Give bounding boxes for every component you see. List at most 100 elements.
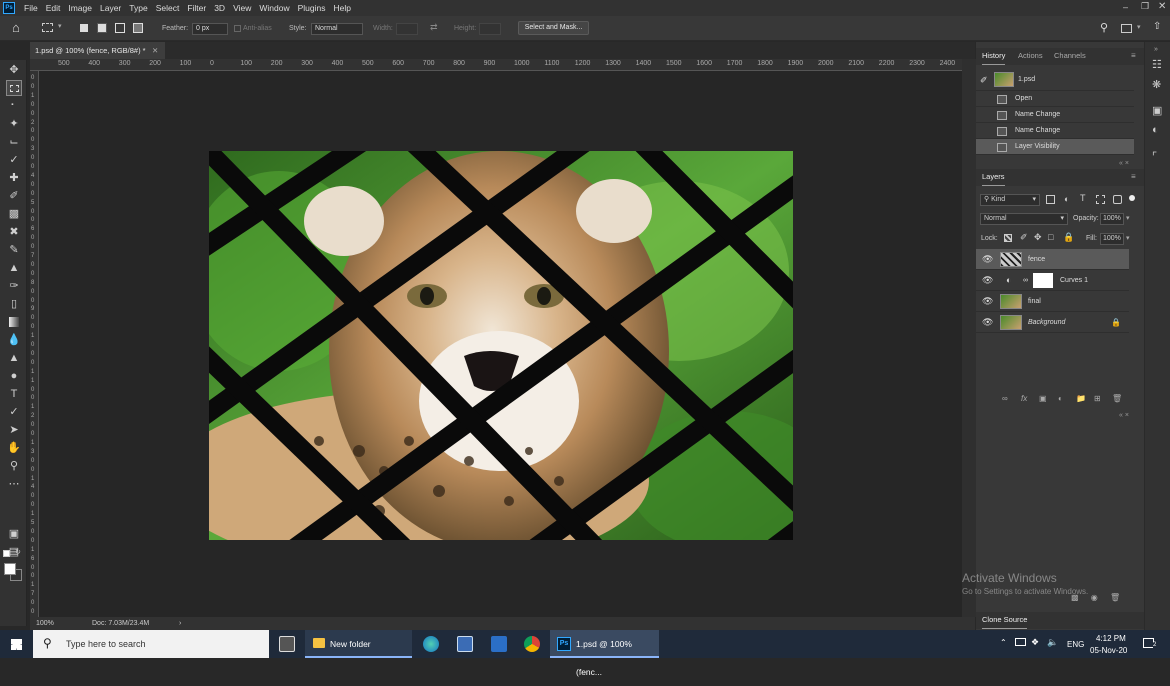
height-input[interactable] <box>479 23 501 35</box>
layer-filter-select[interactable]: ⚲ Kind ▾ <box>980 194 1040 206</box>
taskbar-app-photoshop[interactable]: Ps 1.psd @ 100% (fenc... <box>550 630 659 677</box>
history-item-selected[interactable]: Layer Visibility <box>976 139 1134 155</box>
paths-icon[interactable]: ⌜ <box>1152 150 1157 163</box>
screen-mode-icon[interactable]: ▤ <box>6 544 22 560</box>
canvas-scrollbar[interactable] <box>962 59 976 617</box>
search-icon[interactable]: ⚲ <box>1100 21 1108 34</box>
libraries-icon[interactable]: ▣ <box>1152 104 1162 117</box>
pen-tool-icon[interactable]: ✓ <box>6 404 22 420</box>
history-snapshot[interactable]: ✐ 1.psd <box>976 69 1134 91</box>
history-item[interactable]: Name Change <box>976 107 1134 123</box>
width-input[interactable] <box>396 23 418 35</box>
layer-row-background[interactable]: 👁 Background 🔒 <box>976 312 1129 333</box>
document-canvas-image[interactable] <box>209 151 793 540</box>
restore-icon[interactable]: ❐ <box>1141 1 1149 12</box>
chevron-right-icon[interactable]: › <box>179 617 181 630</box>
delete-icon[interactable]: 🗑 <box>1110 593 1120 602</box>
quick-mask-icon[interactable]: ▣ <box>6 526 22 542</box>
crop-icon[interactable]: ⌙ <box>6 134 22 150</box>
menu-image[interactable]: Image <box>64 0 96 16</box>
remote-desktop-icon[interactable] <box>491 636 507 652</box>
camera-icon[interactable]: ◉ <box>1091 593 1098 602</box>
history-brush-source-icon[interactable]: ✐ <box>980 69 988 91</box>
swatches-icon[interactable]: ❋ <box>1152 78 1161 91</box>
eraser-icon[interactable]: ▯ <box>6 296 22 312</box>
fill-input[interactable]: 100% <box>1100 233 1124 245</box>
filter-adjustment-icon[interactable]: ◐ <box>1064 194 1069 204</box>
hand-tool-icon[interactable]: ✋ <box>6 440 22 456</box>
zoom-tool-icon[interactable]: ⚲ <box>6 458 22 474</box>
type-tool-icon[interactable]: T <box>6 386 22 402</box>
delete-layer-icon[interactable]: 🗑 <box>1112 394 1122 403</box>
tab-actions[interactable]: Actions <box>1018 48 1043 64</box>
marquee-tool-preset-icon[interactable] <box>42 23 53 32</box>
adjustment-layer-icon[interactable]: ◐ <box>1058 394 1063 403</box>
visibility-eye-icon[interactable]: 👁 <box>982 270 993 291</box>
windows-start-icon[interactable] <box>11 639 22 650</box>
add-selection-icon[interactable] <box>97 23 107 33</box>
filter-shape-icon[interactable] <box>1096 195 1105 204</box>
store-icon[interactable] <box>279 636 295 652</box>
history-item[interactable]: Name Change <box>976 123 1134 139</box>
move-tool-icon[interactable]: ✥ <box>6 62 22 78</box>
eyedropper-icon[interactable]: ✓ <box>6 152 22 168</box>
blend-mode-select[interactable]: Normal ▾ <box>980 213 1068 225</box>
layer-row-curves[interactable]: 👁 ◐ ∞ Curves 1 <box>976 270 1129 291</box>
menu-view[interactable]: View <box>229 0 255 16</box>
taskbar-search-box[interactable]: ⚲ Type here to search <box>33 630 269 658</box>
clock-date[interactable]: 05-Nov-20 <box>1090 646 1127 655</box>
filter-smart-object-icon[interactable] <box>1113 195 1122 204</box>
tab-channels[interactable]: Channels <box>1054 48 1086 64</box>
rectangular-marquee-icon[interactable] <box>6 80 22 96</box>
history-item[interactable]: Open <box>976 91 1134 107</box>
menu-select[interactable]: Select <box>152 0 184 16</box>
show-hidden-icons[interactable]: ⌃ <box>1000 638 1007 647</box>
visibility-eye-icon[interactable]: 👁 <box>982 291 993 312</box>
tab-history[interactable]: History <box>982 48 1006 65</box>
collapse-panel-icon[interactable]: « × <box>1119 412 1129 419</box>
dodge-icon[interactable]: ● <box>6 368 22 384</box>
healing-brush-icon[interactable]: ✚ <box>6 170 22 186</box>
share-icon[interactable]: ⇧ <box>1153 21 1161 32</box>
filter-pixel-icon[interactable] <box>1046 195 1055 204</box>
lock-image-icon[interactable]: ✐ <box>1020 232 1028 243</box>
subtract-selection-icon[interactable] <box>115 23 125 33</box>
clone-stamp-icon[interactable]: ▩ <box>6 206 22 222</box>
path-selection-icon[interactable]: ➤ <box>6 422 22 438</box>
chrome-icon[interactable] <box>524 636 540 652</box>
new-group-icon[interactable]: 📁 <box>1076 394 1086 403</box>
menu-edit[interactable]: Edit <box>42 0 65 16</box>
paint-brush-icon[interactable]: ✎ <box>6 242 22 258</box>
chevron-down-icon[interactable]: ▾ <box>1137 23 1141 31</box>
link-layers-icon[interactable]: ∞ <box>1002 394 1008 403</box>
mask-link-icon[interactable]: ∞ <box>1023 270 1028 291</box>
layer-row-final[interactable]: 👁 final <box>976 291 1129 312</box>
menu-3d[interactable]: 3D <box>210 0 229 16</box>
workspace-icon[interactable] <box>1121 24 1132 33</box>
network-icon[interactable] <box>1015 638 1026 646</box>
minimize-icon[interactable]: – <box>1123 2 1128 12</box>
layer-row-fence[interactable]: 👁 fence <box>976 249 1129 270</box>
stamp-icon[interactable]: ▲ <box>6 260 22 276</box>
lock-position-icon[interactable]: ✥ <box>1034 232 1042 243</box>
display-app-icon[interactable] <box>457 636 473 652</box>
close-tab-icon[interactable]: ✕ <box>152 42 158 59</box>
volume-icon[interactable]: 🔈 <box>1047 637 1058 648</box>
add-mask-icon[interactable]: ▣ <box>1039 394 1047 403</box>
menu-help[interactable]: Help <box>329 0 354 16</box>
collapse-panel-icon[interactable]: « × <box>1119 160 1129 167</box>
filter-toggle-icon[interactable] <box>1129 195 1135 201</box>
edge-icon[interactable] <box>423 636 439 652</box>
menu-window[interactable]: Window <box>255 0 293 16</box>
new-layer-icon[interactable]: ⊞ <box>1094 394 1101 403</box>
visibility-eye-icon[interactable]: 👁 <box>982 312 993 333</box>
dropbox-icon[interactable]: ❖ <box>1031 637 1039 648</box>
fx-icon[interactable]: fx <box>1021 394 1027 403</box>
document-tab[interactable]: 1.psd @ 100% (fence, RGB/8#) * ✕ <box>30 42 165 59</box>
intersect-selection-icon[interactable] <box>133 23 143 33</box>
lock-transparent-icon[interactable] <box>1004 234 1012 242</box>
menu-file[interactable]: File <box>20 0 42 16</box>
menu-layer[interactable]: Layer <box>96 0 125 16</box>
more-tools-icon[interactable]: ⋯ <box>6 476 22 492</box>
select-and-mask-button[interactable]: Select and Mask... <box>518 21 589 35</box>
